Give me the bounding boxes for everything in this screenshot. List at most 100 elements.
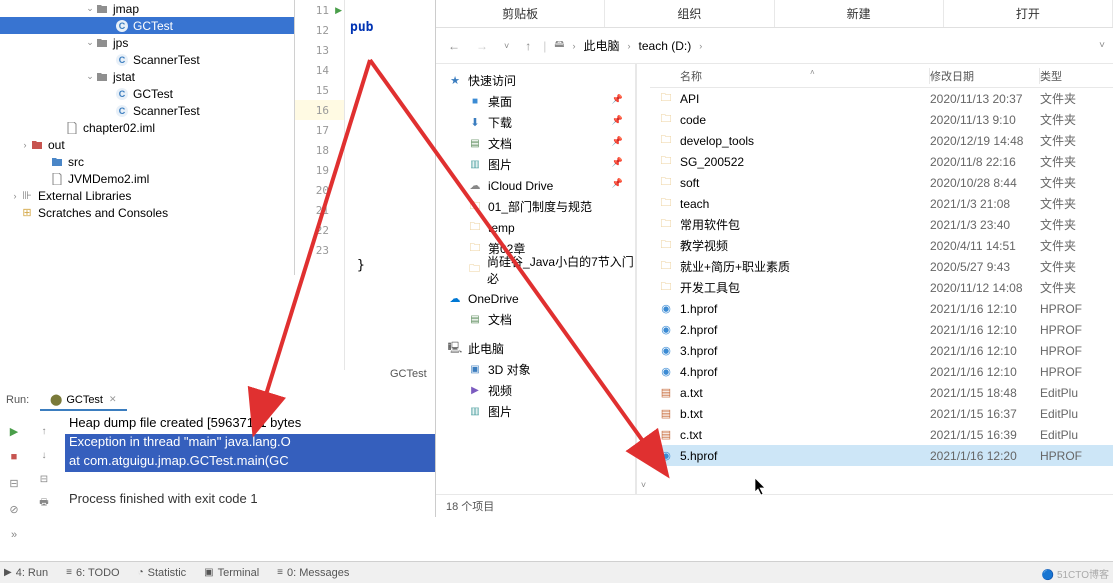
nav-back[interactable]: ← [444, 39, 464, 53]
file-row[interactable]: 🗀SG_2005222020/11/8 22:16文件夹 [650, 151, 1113, 172]
sidebar-item[interactable]: ▤文档 [436, 309, 635, 330]
stop-button[interactable]: ■ [6, 449, 22, 465]
list-header: 名称˄ 修改日期 类型 [650, 64, 1113, 88]
address-dropdown[interactable]: ˅ [1099, 40, 1105, 51]
file-row[interactable]: 🗀常用软件包2021/1/3 23:40文件夹 [650, 214, 1113, 235]
chevron-right-icon[interactable]: › [699, 41, 702, 51]
rerun-button[interactable]: ▶ [6, 423, 22, 439]
file-row[interactable]: ◉2.hprof2021/1/16 12:10HPROF [650, 319, 1113, 340]
file-row[interactable]: 🗀API2020/11/13 20:37文件夹 [650, 88, 1113, 109]
sidebar-item[interactable]: ☁iCloud Drive [436, 175, 635, 196]
editor-code: pub [350, 20, 373, 35]
editor-breadcrumb[interactable]: GCTest [295, 368, 427, 380]
tree-item-jps[interactable]: ⌄jps [0, 34, 294, 51]
explorer-nav: ← → ˅ ↑ | 🖴 › 此电脑 › teach (D:) › ˅ [436, 28, 1113, 64]
sidebar-item[interactable]: ▶视频 [436, 380, 635, 401]
col-name[interactable]: 名称˄ [650, 68, 930, 84]
down-button[interactable]: ↓ [36, 447, 52, 463]
pin-icon: 📌 [612, 115, 623, 126]
file-row[interactable]: 🗀teach2021/1/3 21:08文件夹 [650, 193, 1113, 214]
file-row[interactable]: ▤a.txt2021/1/15 18:48EditPlu [650, 382, 1113, 403]
print-button[interactable]: 🖶 [36, 495, 52, 511]
sidebar-item[interactable]: ■桌面 [436, 91, 635, 112]
sidebar-item[interactable]: ▤文档 [436, 133, 635, 154]
more-button[interactable]: » [6, 527, 22, 543]
editor[interactable]: 11▶121314151617181920212223 pub } [295, 0, 435, 370]
chevron-right-icon[interactable]: › [573, 41, 576, 51]
run-tab[interactable]: ⬤ GCTest ✕ [40, 390, 127, 411]
chevron-right-icon[interactable]: › [628, 41, 631, 51]
sidebar-item[interactable]: ⬇下载 [436, 112, 635, 133]
ribbon-tab-组织[interactable]: 组织 [605, 0, 774, 27]
tree-item-gctest[interactable]: CGCTest [0, 17, 294, 34]
layout-button[interactable]: ⊟ [6, 475, 22, 491]
tree-item-gctest[interactable]: CGCTest [0, 85, 294, 102]
sidebar-item[interactable]: ▥图片 [436, 401, 635, 422]
line-number: 18 [295, 140, 344, 160]
line-number: 13 [295, 40, 344, 60]
sidebar-item[interactable]: 🗀尚硅谷_Java小白的7节入门必 [436, 259, 635, 280]
nav-recent-dropdown[interactable]: ˅ [500, 41, 513, 51]
sidebar-scroll[interactable]: ˅ [636, 64, 650, 494]
file-row[interactable]: 🗀soft2020/10/28 8:44文件夹 [650, 172, 1113, 193]
tree-item-scannertest[interactable]: CScannerTest [0, 102, 294, 119]
pin-button[interactable]: ⊘ [6, 501, 22, 517]
bottom-run[interactable]: ▶4: Run [4, 567, 48, 579]
file-row[interactable]: ◉4.hprof2021/1/16 12:10HPROF [650, 361, 1113, 382]
tree-item-chapter02-iml[interactable]: chapter02.iml [0, 119, 294, 136]
line-number: 14 [295, 60, 344, 80]
ribbon-tab-打开[interactable]: 打开 [944, 0, 1113, 27]
line-number: 16 [295, 100, 344, 120]
close-icon[interactable]: ✕ [109, 394, 117, 405]
nav-forward[interactable]: → [472, 39, 492, 53]
wrap-button[interactable]: ⊟ [36, 471, 52, 487]
pin-icon: 📌 [612, 178, 623, 189]
file-row[interactable]: ◉1.hprof2021/1/16 12:10HPROF [650, 298, 1113, 319]
file-row[interactable]: 🗀就业+简历+职业素质2020/5/27 9:43文件夹 [650, 256, 1113, 277]
sidebar-item[interactable]: ☁OneDrive [436, 288, 635, 309]
file-row[interactable]: 🗀教学视频2020/4/11 14:51文件夹 [650, 235, 1113, 256]
sidebar-item[interactable]: ▣3D 对象 [436, 359, 635, 380]
col-type[interactable]: 类型 [1040, 68, 1100, 84]
bottom-todo[interactable]: ≡6: TODO [66, 567, 119, 579]
sidebar-item[interactable]: 🖳此电脑 [436, 338, 635, 359]
bottom-statistic[interactable]: ◔Statistic [138, 567, 187, 579]
sidebar-item[interactable]: ★快速访问 [436, 70, 635, 91]
file-row[interactable]: ▤b.txt2021/1/15 16:37EditPlu [650, 403, 1113, 424]
file-row[interactable]: ▤c.txt2021/1/15 16:39EditPlu [650, 424, 1113, 445]
tree-item-scannertest[interactable]: CScannerTest [0, 51, 294, 68]
file-row[interactable]: ◉5.hprof2021/1/16 12:20HPROF [650, 445, 1113, 466]
run-tab-name: GCTest [66, 394, 103, 406]
tree-item-jvmdemo2-iml[interactable]: JVMDemo2.iml [0, 170, 294, 187]
tree-item-external-libraries[interactable]: ›⊪External Libraries [0, 187, 294, 204]
bottom-messages[interactable]: ≡0: Messages [277, 567, 349, 579]
sidebar-item[interactable]: ▥图片 [436, 154, 635, 175]
breadcrumb-pc[interactable]: 此电脑 [584, 37, 620, 54]
sort-arrow-icon: ˄ [810, 68, 815, 77]
line-number: 19 [295, 160, 344, 180]
tree-item-jmap[interactable]: ⌄jmap [0, 0, 294, 17]
breadcrumb-drive[interactable]: teach (D:) [639, 39, 692, 53]
line-number: 20 [295, 180, 344, 200]
bottom-terminal[interactable]: ▣Terminal [204, 567, 259, 579]
sidebar-item[interactable]: 🗀01_部门制度与规范 [436, 196, 635, 217]
col-date[interactable]: 修改日期 [930, 68, 1040, 84]
tree-item-scratches-and-consoles[interactable]: ⊞Scratches and Consoles [0, 204, 294, 221]
nav-up[interactable]: ↑ [521, 39, 535, 53]
file-row[interactable]: ◉3.hprof2021/1/16 12:10HPROF [650, 340, 1113, 361]
pin-icon: 📌 [612, 136, 623, 147]
file-row[interactable]: 🗀开发工具包2020/11/12 14:08文件夹 [650, 277, 1113, 298]
sidebar-item[interactable]: 🗀temp [436, 217, 635, 238]
run-gutter-icon[interactable]: ▶ [335, 5, 342, 16]
ribbon-tab-新建[interactable]: 新建 [775, 0, 944, 27]
file-row[interactable]: 🗀code2020/11/13 9:10文件夹 [650, 109, 1113, 130]
file-row[interactable]: 🗀develop_tools2020/12/19 14:48文件夹 [650, 130, 1113, 151]
tree-item-jstat[interactable]: ⌄jstat [0, 68, 294, 85]
tree-item-src[interactable]: src [0, 153, 294, 170]
tree-item-out[interactable]: ›out [0, 136, 294, 153]
file-list: 名称˄ 修改日期 类型 🗀API2020/11/13 20:37文件夹🗀code… [650, 64, 1113, 494]
drive-icon: 🖴 [554, 37, 564, 54]
ribbon-tab-剪贴板[interactable]: 剪贴板 [436, 0, 605, 27]
run-tab-icon: ⬤ [50, 393, 62, 406]
up-button[interactable]: ↑ [36, 423, 52, 439]
